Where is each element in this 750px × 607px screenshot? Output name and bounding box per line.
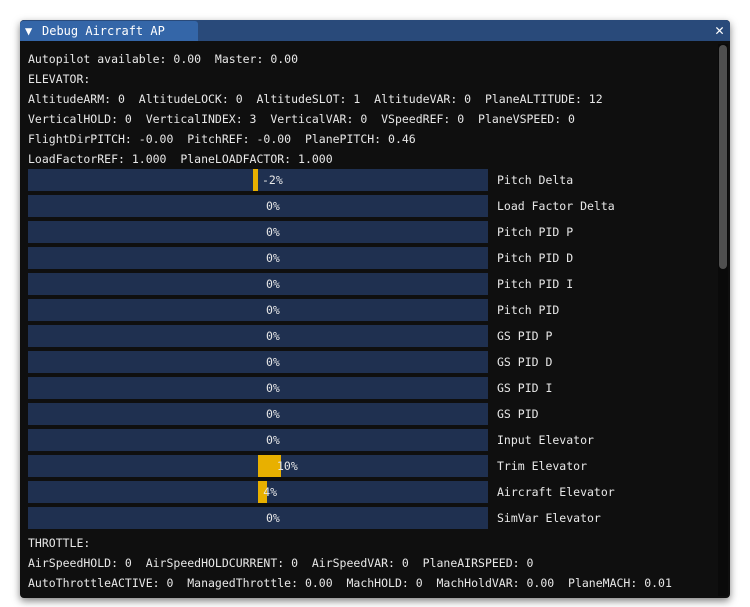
- progress-value: 0%: [266, 199, 280, 213]
- progress-row: 0% GS PID P: [28, 325, 718, 351]
- progress-label: Pitch PID I: [497, 277, 574, 291]
- progress-row: 0% Input Elevator: [28, 429, 718, 455]
- info-line: THROTTLE:: [28, 536, 91, 550]
- progress-value: -2%: [262, 173, 283, 187]
- progress-row: 0% Pitch PID D: [28, 247, 718, 273]
- progress-bar: 0%: [28, 273, 488, 295]
- progress-value: 0%: [266, 277, 280, 291]
- progress-label: GS PID P: [497, 329, 553, 343]
- scrollbar[interactable]: [718, 44, 728, 596]
- progress-label: Aircraft Elevator: [497, 485, 615, 499]
- progress-bar: 0%: [28, 195, 488, 217]
- progress-row: 0% Load Factor Delta: [28, 195, 718, 221]
- progress-value: 0%: [266, 303, 280, 317]
- progress-value: 0%: [266, 225, 280, 239]
- progress-bar: 10%: [28, 455, 488, 477]
- debug-window: ▼ Debug Aircraft AP ✕ Autopilot availabl…: [20, 20, 730, 598]
- progress-bar: 0%: [28, 507, 488, 529]
- progress-value: 10%: [277, 459, 298, 473]
- progress-bar: 0%: [28, 221, 488, 243]
- progress-label: Pitch PID D: [497, 251, 574, 265]
- progress-label: SimVar Elevator: [497, 511, 601, 525]
- progress-value: 0%: [266, 511, 280, 525]
- progress-label: Pitch PID: [497, 303, 560, 317]
- info-line: ELEVATOR:: [28, 72, 91, 86]
- progress-value: 0%: [266, 251, 280, 265]
- progress-value: 0%: [266, 355, 280, 369]
- info-line: LoadFactorREF: 1.000 PlaneLOADFACTOR: 1.…: [28, 152, 333, 166]
- window-title: Debug Aircraft AP: [42, 24, 165, 38]
- progress-label: Pitch PID P: [497, 225, 574, 239]
- progress-label: GS PID: [497, 407, 539, 421]
- progress-fill: [253, 169, 259, 191]
- info-line: AutoThrottleACTIVE: 0 ManagedThrottle: 0…: [28, 576, 672, 590]
- window-tab[interactable]: ▼ Debug Aircraft AP: [20, 21, 198, 41]
- progress-row: 0% SimVar Elevator: [28, 507, 718, 533]
- progress-value: 0%: [266, 407, 280, 421]
- progress-row: 0% Pitch PID P: [28, 221, 718, 247]
- progress-bar: 0%: [28, 299, 488, 321]
- progress-value: 4%: [263, 485, 278, 499]
- progress-bar: 0%: [28, 429, 488, 451]
- info-line: AltitudeARM: 0 AltitudeLOCK: 0 AltitudeS…: [28, 92, 603, 106]
- triangle-down-icon[interactable]: ▼: [25, 24, 32, 38]
- progress-row: 10% Trim Elevator: [28, 455, 718, 481]
- scrollbar-thumb[interactable]: [719, 45, 727, 269]
- progress-row: -2% Pitch Delta: [28, 169, 718, 195]
- info-line: Autopilot available: 0.00 Master: 0.00: [28, 52, 299, 66]
- progress-bar: 0%: [28, 377, 488, 399]
- progress-row: 4% Aircraft Elevator: [28, 481, 718, 507]
- window-content: Autopilot available: 0.00 Master: 0.00 EL…: [28, 49, 718, 593]
- progress-label: Input Elevator: [497, 433, 594, 447]
- progress-row: 0% Pitch PID I: [28, 273, 718, 299]
- progress-bar: 0%: [28, 325, 488, 347]
- close-icon[interactable]: ✕: [715, 21, 724, 39]
- progress-row: 0% GS PID I: [28, 377, 718, 403]
- progress-row: 0% GS PID D: [28, 351, 718, 377]
- progress-bar: 0%: [28, 247, 488, 269]
- info-line: FlightDirPITCH: -0.00 PitchREF: -0.00 Pl…: [28, 132, 416, 146]
- progress-bar: 0%: [28, 403, 488, 425]
- progress-row: 0% GS PID: [28, 403, 718, 429]
- progress-bar: 0%: [28, 351, 488, 373]
- info-line: VerticalHOLD: 0 VerticalINDEX: 3 Vertica…: [28, 112, 575, 126]
- title-bar[interactable]: ▼ Debug Aircraft AP ✕: [20, 20, 730, 41]
- progress-bar: 4%: [28, 481, 488, 503]
- progress-label: Pitch Delta: [497, 173, 574, 187]
- progress-bar: -2%: [28, 169, 488, 191]
- progress-label: GS PID I: [497, 381, 553, 395]
- progress-label: Load Factor Delta: [497, 199, 615, 213]
- progress-value: 0%: [266, 433, 280, 447]
- info-line: AirSpeedHOLD: 0 AirSpeedHOLDCURRENT: 0 A…: [28, 556, 534, 570]
- progress-value: 0%: [266, 381, 280, 395]
- progress-label: GS PID D: [497, 355, 553, 369]
- progress-value: 0%: [266, 329, 280, 343]
- progress-label: Trim Elevator: [497, 459, 588, 473]
- progress-row: 0% Pitch PID: [28, 299, 718, 325]
